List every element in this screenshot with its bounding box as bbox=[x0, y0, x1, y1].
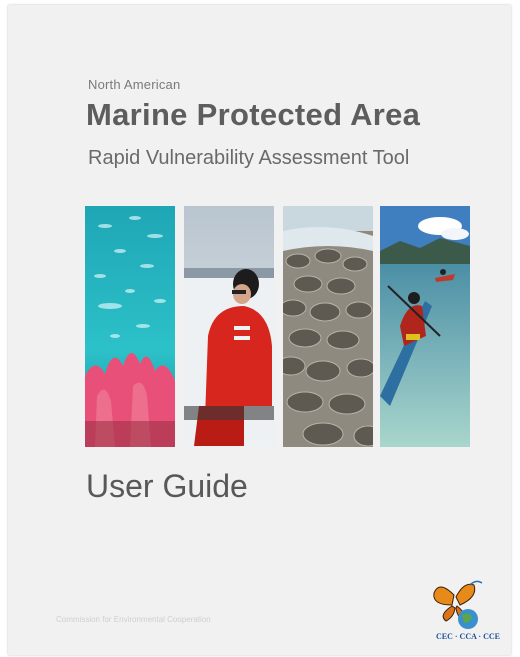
kayakers-clear-water-photo bbox=[380, 206, 470, 447]
cover-page: North American Marine Protected Area Rap… bbox=[8, 5, 511, 655]
cover-supertitle: North American bbox=[88, 77, 181, 92]
coral-reef-fish-photo bbox=[85, 206, 175, 447]
person-red-survival-suit-arctic-photo bbox=[184, 206, 274, 447]
cover-title: Marine Protected Area bbox=[86, 97, 421, 132]
cover-subtitle: Rapid Vulnerability Assessment Tool bbox=[88, 147, 410, 169]
user-guide-heading: User Guide bbox=[86, 468, 248, 504]
horseshoe-crabs-shore-photo bbox=[283, 206, 373, 447]
cec-butterfly-logo: CEC · CCA · CCE bbox=[424, 575, 502, 645]
logo-lettering: CEC · CCA · CCE bbox=[436, 632, 500, 641]
organization-footer: Commission for Environmental Cooperation bbox=[56, 615, 211, 624]
